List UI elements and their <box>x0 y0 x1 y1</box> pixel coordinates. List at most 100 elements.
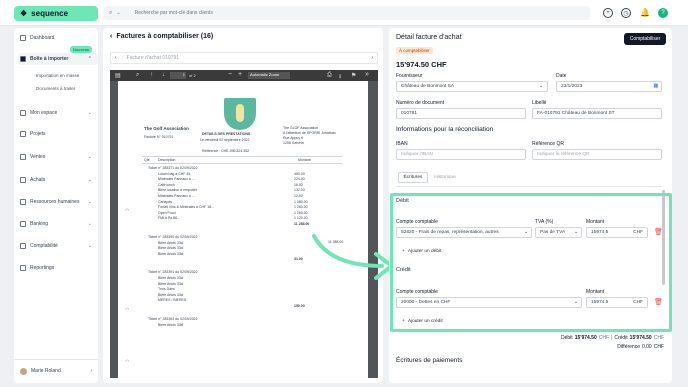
pdf-row-desc: Bière Artois 33cl <box>158 281 184 286</box>
fournisseur-select[interactable]: Château de Bonmont SA ⌄ <box>396 81 548 92</box>
sidebar-item-comptabilite[interactable]: Comptabilité ⌄ <box>20 241 96 251</box>
top-bar: ❖ sequence ⌕ ⌄ Recherche par mot-clé dan… <box>0 0 688 26</box>
chart-icon <box>20 265 26 271</box>
zoom-select[interactable]: Automatic Zoom <box>248 72 290 79</box>
sidebar-item-projets[interactable]: Projets <box>20 129 96 139</box>
date-field[interactable]: 23/1/2023 ▦ <box>556 81 662 92</box>
user-icon <box>20 110 26 116</box>
pdf-col-header: Qte <box>144 158 150 162</box>
sequence-logo-icon: ❖ <box>20 9 28 18</box>
libelle-field[interactable]: FA-010791 Château de Bonmont ST <box>532 108 662 119</box>
pdf-row-amount: 31.00 <box>294 257 303 262</box>
zoom-in-icon[interactable]: + <box>238 71 242 78</box>
pdf-row-amount: 11 288.00 <box>294 222 310 226</box>
tab-historique[interactable]: Historique <box>430 172 460 183</box>
pdf-row-desc: FMI à Pa 86... <box>158 216 180 221</box>
pdf-row-amount: 450.00 <box>294 171 305 176</box>
chevron-down-icon: ⌄ <box>538 84 543 89</box>
search-input[interactable]: ⌕ ⌄ Recherche par mot-clé dans clients <box>104 6 590 20</box>
cart-icon <box>20 177 26 183</box>
pdf-col-header: Montant <box>298 158 311 162</box>
print-icon[interactable]: ⎙ <box>327 72 332 79</box>
search-scope-chevron-icon[interactable]: ⌄ <box>116 10 120 16</box>
sidebar-item-label: Reportings <box>30 265 55 271</box>
chevron-right-icon: › <box>90 368 92 374</box>
sidebar-item-rh[interactable]: Ressources humaines ⌄ <box>20 197 96 207</box>
sidebar-item-reportings[interactable]: Reportings <box>20 263 96 273</box>
bell-icon[interactable]: 🔔 <box>640 8 650 17</box>
more-tools-icon[interactable]: » <box>365 71 369 78</box>
summary-diff-label: Différence <box>617 344 640 350</box>
sidebar-item-achats[interactable]: Achats ⌄ <box>20 175 96 185</box>
summary-credit-currency: CHF <box>653 335 664 341</box>
logo[interactable]: ❖ sequence <box>14 6 98 21</box>
pdf-row-amount: 16.00 <box>294 182 303 187</box>
help-icon[interactable]: ? <box>658 8 668 18</box>
search-icon[interactable]: ⌕ <box>136 72 139 79</box>
bookmark-icon[interactable]: ⚑ <box>351 72 356 79</box>
pdf-row-desc: Ticket n° 283371 du 02/09/2022 <box>148 166 198 170</box>
pdf-recipient-line: Rue Appuy 6 <box>283 136 304 140</box>
sidebar-item-banking[interactable]: Banking ⌄ <box>20 219 96 229</box>
prev-page-icon[interactable]: ↑ <box>150 72 153 78</box>
libelle-label: Libellé <box>532 100 547 106</box>
add-icon[interactable]: + <box>603 8 613 18</box>
sidebar-item-label: Dashboard <box>30 35 55 41</box>
sidebar-sub-documents[interactable]: Documents à traiter <box>36 86 75 91</box>
numero-label: Numéro de document <box>396 100 445 106</box>
pdf-table-rule <box>142 163 342 164</box>
back-chevron-icon[interactable]: ‹ <box>110 33 112 40</box>
pdf-page: The Golf Association Facture N° 010791 D… <box>118 81 368 378</box>
divider <box>14 359 98 360</box>
sidebar-toggle-icon[interactable]: ▤ <box>115 72 121 79</box>
golf-crest-logo <box>224 98 256 130</box>
pdf-sender: The Golf Association <box>144 126 189 131</box>
sidebar-item-mon-espace[interactable]: Mon espace ⌄ <box>20 108 96 118</box>
user-menu[interactable]: Marie Roland › <box>20 366 96 376</box>
new-badge: Nouveau <box>70 46 93 53</box>
clock-icon[interactable]: ◷ <box>621 8 631 18</box>
file-selector[interactable]: ‹ Facture d'achat 010791 › <box>110 52 378 64</box>
chevron-down-icon: ⌄ <box>87 154 92 160</box>
numero-field[interactable]: 010791 <box>396 108 526 119</box>
people-icon <box>20 199 26 205</box>
difference-summary: Différence 0.00 CHF <box>617 344 664 350</box>
iban-placeholder: Indiquer l'IBAN <box>401 152 433 157</box>
pdf-invoice-number: Facture N° 010791 <box>144 135 174 139</box>
sidebar-item-boite[interactable]: Boîte à importer ⌃ <box>20 54 96 64</box>
calendar-icon[interactable]: ▦ <box>653 84 661 89</box>
pdf-row-desc: Ticket n° 283393 du 02/09/2022 <box>148 317 198 321</box>
pdf-details-title: DETAILS DES PRESTATIONS <box>202 132 251 136</box>
pdf-table-rule <box>142 156 342 157</box>
highlight-frame <box>390 193 672 332</box>
pdf-recipient-line: The GLOF Association <box>283 126 319 130</box>
date-label: Date <box>556 73 567 79</box>
avatar <box>20 367 27 375</box>
iban-field[interactable]: Indiquer l'IBAN <box>396 149 526 160</box>
pdf-annotation-icon: ◠ <box>125 307 130 313</box>
pdf-row-desc: Bière Artois 33cl <box>158 251 184 256</box>
recon-title: Informations pour la réconciliation <box>396 126 494 133</box>
sidebar-item-dashboard[interactable]: Dashboard <box>20 33 96 43</box>
sidebar-item-label: Ventes <box>30 154 46 160</box>
search-placeholder: Recherche par mot-clé dans clients <box>134 10 213 16</box>
next-page-icon[interactable]: ↓ <box>162 72 165 78</box>
comptabiliser-button[interactable]: Comptabiliser <box>624 33 666 45</box>
sidebar-sub-import[interactable]: Importation en masse <box>36 73 79 78</box>
next-file-icon[interactable]: › <box>367 55 377 61</box>
prev-file-icon[interactable]: ‹ <box>111 55 121 61</box>
sidebar-item-ventes[interactable]: Ventes ⌄ <box>20 152 96 162</box>
zoom-out-icon[interactable]: − <box>228 71 232 78</box>
pdf-row-desc: Bière Artois 33cl <box>158 276 184 280</box>
balance-summary: Débit 15'974.50 CHF | Crédit 15'974.50 C… <box>561 335 664 341</box>
pdf-row-desc: Ticket n° 283390 du 02/09/2022 <box>148 235 198 239</box>
fournisseur-label: Fournisseur <box>396 73 423 79</box>
date-value: 23/1/2023 <box>561 84 583 89</box>
refqr-field[interactable]: Indiquer la référence QR <box>532 149 662 160</box>
divider <box>396 186 662 187</box>
total-amount: 15'974.50 CHF <box>396 60 447 69</box>
status-badge: À comptabiliser <box>396 47 433 54</box>
tab-ecritures[interactable]: Écritures <box>398 172 428 183</box>
page-number-input[interactable]: 1 <box>170 72 186 79</box>
pdf-recipient-line: 1208 Genève <box>283 141 305 145</box>
